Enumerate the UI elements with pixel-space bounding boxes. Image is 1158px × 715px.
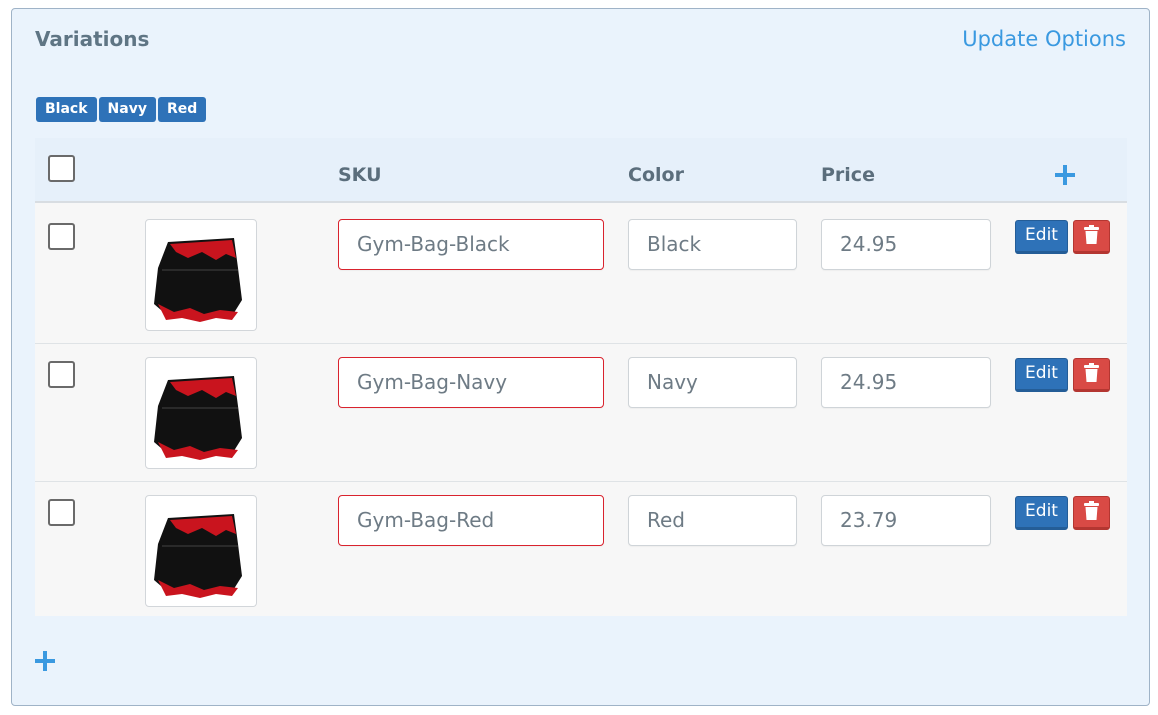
- trash-icon: [1084, 225, 1099, 244]
- table-row: Gym-Bag-Red Red 23.79 Edit: [35, 481, 1127, 619]
- option-tags: Black Navy Red: [36, 97, 207, 122]
- gym-bag-image[interactable]: [145, 357, 257, 469]
- panel-title: Variations: [35, 27, 150, 51]
- price-input[interactable]: 23.79: [821, 495, 991, 546]
- price-input[interactable]: 24.95: [821, 357, 991, 408]
- color-input[interactable]: Black: [628, 219, 797, 270]
- edit-button[interactable]: Edit: [1015, 496, 1068, 530]
- gym-bag-image[interactable]: [145, 219, 257, 331]
- variations-panel: Variations Update Options Black Navy Red…: [11, 8, 1150, 706]
- header-price: Price: [821, 164, 875, 186]
- edit-button[interactable]: Edit: [1015, 220, 1068, 254]
- variations-table: SKU Color Price Gym-Bag-Black Black 24.9…: [35, 138, 1127, 616]
- sku-input[interactable]: Gym-Bag-Red: [338, 495, 604, 546]
- color-input[interactable]: Navy: [628, 357, 797, 408]
- delete-button[interactable]: [1073, 220, 1110, 254]
- select-all-checkbox[interactable]: [48, 155, 75, 182]
- delete-button[interactable]: [1073, 496, 1110, 530]
- row-checkbox[interactable]: [48, 223, 75, 250]
- trash-icon: [1084, 363, 1099, 382]
- delete-button[interactable]: [1073, 358, 1110, 392]
- header-sku: SKU: [338, 164, 382, 186]
- edit-button[interactable]: Edit: [1015, 358, 1068, 392]
- add-row-plus-icon[interactable]: [35, 651, 55, 671]
- table-row: Gym-Bag-Black Black 24.95 Edit: [35, 205, 1127, 343]
- update-options-link[interactable]: Update Options: [962, 27, 1126, 51]
- option-tag-navy: Navy: [98, 97, 156, 122]
- price-input[interactable]: 24.95: [821, 219, 991, 270]
- header-color: Color: [628, 164, 684, 186]
- table-row: Gym-Bag-Navy Navy 24.95 Edit: [35, 343, 1127, 481]
- sku-input[interactable]: Gym-Bag-Black: [338, 219, 604, 270]
- color-input[interactable]: Red: [628, 495, 797, 546]
- gym-bag-image[interactable]: [145, 495, 257, 607]
- option-tag-red: Red: [157, 97, 207, 122]
- add-column-plus-icon[interactable]: [1055, 165, 1075, 185]
- row-checkbox[interactable]: [48, 361, 75, 388]
- sku-input[interactable]: Gym-Bag-Navy: [338, 357, 604, 408]
- trash-icon: [1084, 501, 1099, 520]
- row-checkbox[interactable]: [48, 499, 75, 526]
- option-tag-black: Black: [36, 97, 97, 122]
- table-header: SKU Color Price: [35, 138, 1127, 203]
